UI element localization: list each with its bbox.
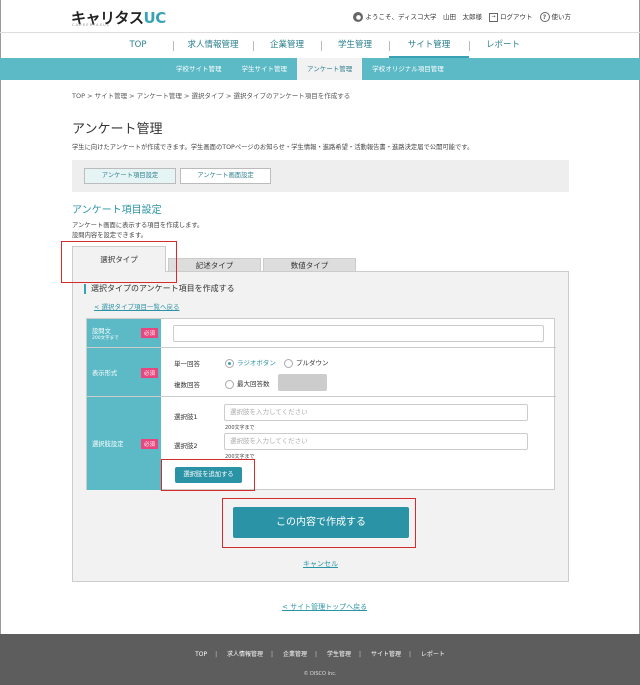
breadcrumb[interactable]: TOP > サイト管理 > アンケート管理 > 選択タイプ > 選択タイプのアン… — [72, 90, 350, 100]
option1-placeholder: 選択肢を入力してください — [230, 408, 308, 416]
section-desc-line2: 設問内容を設定できます。 — [72, 232, 147, 239]
nav-job-info[interactable]: 求人情報管理 — [173, 33, 253, 59]
tab-screen-settings[interactable]: アンケート画面設定 — [180, 168, 271, 184]
help-icon: ? — [539, 12, 550, 22]
question-label: 設問文 — [92, 328, 111, 335]
nav-top[interactable]: TOP — [103, 33, 173, 59]
options-row: 選択肢設定 必須 選択肢1 選択肢を入力してください 200文字まで 選択肢2 … — [87, 397, 556, 490]
footer-divider: | — [358, 651, 362, 658]
option1-input[interactable]: 選択肢を入力してください — [224, 404, 528, 421]
option2-label: 選択肢2 — [174, 442, 198, 450]
pulldown-option[interactable]: プルダウン — [284, 357, 329, 368]
copyright: © DISCO Inc. — [303, 671, 337, 677]
required-badge: 必須 — [141, 439, 159, 449]
footer-link-company[interactable]: 企業管理 — [283, 651, 307, 658]
pulldown-option-label: プルダウン — [296, 359, 329, 367]
single-answer-label: 単一回答 — [174, 360, 200, 368]
nav-site[interactable]: サイト管理 — [389, 33, 469, 59]
welcome-text: ● ようこそ、ディスコ大学 山田 太郎様 — [353, 11, 482, 22]
page-description: 学生に向けたアンケートが作成できます。学生画面のTOPページのお知らせ・学生情報… — [72, 144, 474, 151]
page-title: アンケート管理 — [72, 122, 163, 137]
cancel-link[interactable]: キャンセル — [303, 559, 338, 569]
nav-company[interactable]: 企業管理 — [253, 33, 321, 59]
welcome-label: ようこそ、ディスコ大学 山田 太郎様 — [365, 13, 482, 21]
subnav-survey[interactable]: アンケート管理 — [297, 58, 363, 80]
radio-unselected-icon — [225, 379, 234, 389]
footer-nav: TOP | 求人情報管理 | 企業管理 | 学生管理 | サイト管理 | レポート — [0, 649, 640, 658]
display-label-cell: 表示形式 必須 — [87, 348, 161, 396]
subnav-school-site[interactable]: 学校サイト管理 — [166, 58, 232, 80]
panel-heading: 選択タイプのアンケート項目を作成する — [84, 284, 235, 294]
nav-report[interactable]: レポート — [469, 33, 537, 59]
radio-unselected-icon — [284, 358, 293, 368]
highlight-box — [161, 459, 255, 491]
option1-label: 選択肢1 — [174, 413, 198, 421]
footer-divider: | — [315, 651, 318, 658]
back-to-list-link[interactable]: < 選択タイプ項目一覧へ戻る — [94, 301, 180, 311]
header-links: ● ようこそ、ディスコ大学 山田 太郎様 → ログアウト ? 使い方 — [353, 11, 571, 22]
section-description: アンケート画面に表示する項目を作成します。 設問内容を設定できます。 — [72, 221, 203, 241]
nav-student[interactable]: 学生管理 — [321, 33, 389, 59]
max-answers-option[interactable]: 最大回答数 — [225, 378, 270, 389]
subnav-original-items[interactable]: 学校オリジナル項目管理 — [362, 58, 454, 80]
footer-divider: | — [215, 651, 218, 658]
main-nav: TOP 求人情報管理 企業管理 学生管理 サイト管理 レポート — [0, 32, 640, 59]
footer-link-student[interactable]: 学生管理 — [327, 651, 351, 658]
help-label: 使い方 — [551, 13, 572, 21]
radio-selected-icon — [225, 358, 234, 368]
section-title: アンケート項目設定 — [72, 205, 162, 216]
footer-link-site[interactable]: サイト管理 — [371, 651, 401, 658]
logout-link[interactable]: → ログアウト — [489, 11, 533, 22]
highlight-box — [222, 498, 416, 548]
section-desc-line1: アンケート画面に表示する項目を作成します。 — [72, 222, 204, 229]
logo-subtitle: CAREERTASUC — [72, 23, 111, 27]
footer-divider: | — [271, 651, 274, 658]
tab-number-type[interactable]: 数値タイプ — [263, 258, 356, 272]
header: キャリタスUC CAREERTASUC ● ようこそ、ディスコ大学 山田 太郎様 … — [0, 0, 640, 32]
tab-text-type[interactable]: 記述タイプ — [168, 258, 261, 272]
question-label-cell: 設問文 200文字まで 必須 — [87, 319, 161, 347]
option2-placeholder: 選択肢を入力してください — [230, 437, 308, 445]
logout-label: ログアウト — [500, 13, 533, 22]
logout-icon: → — [489, 12, 498, 22]
question-limit: 200文字まで — [92, 336, 119, 341]
footer-divider: | — [408, 651, 411, 658]
required-badge: 必須 — [141, 328, 159, 338]
display-label: 表示形式 — [92, 370, 118, 377]
radio-option-label: ラジオボタン — [237, 359, 276, 367]
max-answers-label: 最大回答数 — [237, 380, 270, 388]
back-to-site-top-link[interactable]: < サイト管理トップへ戻る — [282, 602, 367, 612]
sub-nav: 学校サイト管理 学生サイト管理 アンケート管理 学校オリジナル項目管理 — [0, 58, 640, 80]
config-tab-bar: アンケート項目設定 アンケート画面設定 — [72, 160, 569, 192]
question-row: 設問文 200文字まで 必須 — [87, 319, 556, 348]
user-icon: ● — [353, 12, 364, 22]
survey-form: 設問文 200文字まで 必須 表示形式 必須 単一回答 ラジオボタン プルダウン… — [86, 318, 556, 490]
option2-input[interactable]: 選択肢を入力してください — [224, 433, 528, 450]
max-answers-input-disabled — [278, 374, 327, 391]
required-badge: 必須 — [141, 368, 159, 378]
options-label: 選択肢設定 — [92, 441, 124, 448]
tab-item-settings[interactable]: アンケート項目設定 — [84, 168, 176, 184]
subnav-student-site[interactable]: 学生サイト管理 — [232, 58, 298, 80]
footer-link-job-info[interactable]: 求人情報管理 — [227, 651, 263, 658]
footer-link-top[interactable]: TOP — [195, 651, 207, 658]
logo-accent: UC — [143, 9, 167, 27]
display-format-row: 表示形式 必須 単一回答 ラジオボタン プルダウン 複数回答 最大回答数 — [87, 348, 556, 397]
highlight-box — [61, 241, 177, 283]
footer-link-report[interactable]: レポート — [421, 651, 445, 658]
footer — [0, 634, 640, 685]
options-label-cell: 選択肢設定 必須 — [87, 397, 161, 490]
question-input[interactable] — [173, 325, 544, 342]
option1-limit: 200文字まで — [225, 425, 255, 431]
help-link[interactable]: ? 使い方 — [539, 11, 572, 22]
radio-option[interactable]: ラジオボタン — [225, 357, 276, 368]
multi-answer-label: 複数回答 — [174, 381, 200, 389]
